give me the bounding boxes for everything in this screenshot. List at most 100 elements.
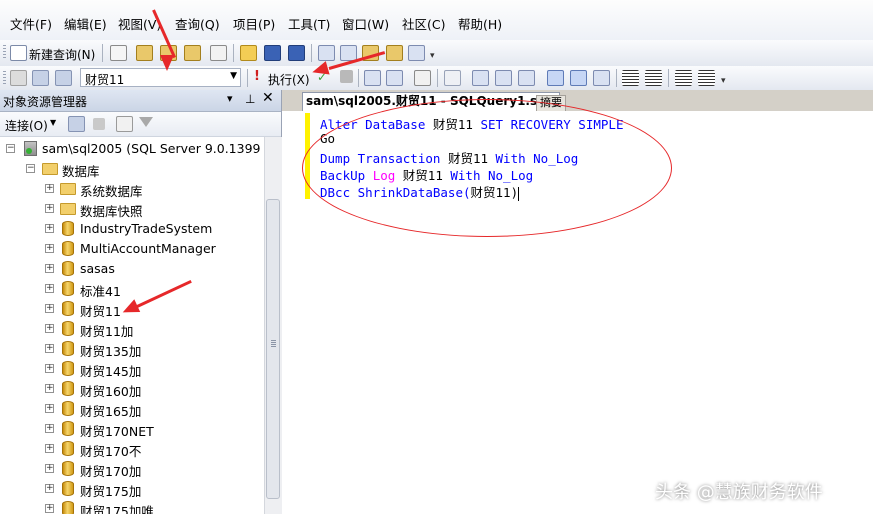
- tree-node-database[interactable]: + 财贸145加: [0, 359, 264, 379]
- tree-node-database[interactable]: + 财贸175加唯: [0, 499, 264, 514]
- tree-node-database[interactable]: + 标准41: [0, 279, 264, 299]
- tree-node-database[interactable]: + IndustryTradeSystem: [0, 219, 264, 239]
- summary-icon[interactable]: [408, 45, 425, 61]
- expand-icon[interactable]: +: [45, 184, 54, 193]
- connect-dropdown-button[interactable]: 连接(O): [5, 117, 48, 134]
- tree-node-database[interactable]: + 财贸135加: [0, 339, 264, 359]
- menu-help[interactable]: 帮助(H): [458, 14, 502, 33]
- toolbar-overflow-icon[interactable]: ▾: [430, 51, 435, 61]
- new-query-button[interactable]: 新建查询(N): [29, 46, 95, 63]
- tree-node-database[interactable]: + MultiAccountManager: [0, 239, 264, 259]
- collapse-icon[interactable]: −: [6, 144, 15, 153]
- expand-icon[interactable]: +: [45, 224, 54, 233]
- new-query-icon: [10, 45, 27, 61]
- xmla-query-icon[interactable]: [210, 45, 227, 61]
- expand-icon[interactable]: +: [45, 284, 54, 293]
- filter-icon[interactable]: [139, 117, 153, 127]
- collapse-icon[interactable]: −: [26, 164, 35, 173]
- expand-icon[interactable]: +: [45, 404, 54, 413]
- toolbar-grip[interactable]: [3, 71, 6, 86]
- tree-node-server[interactable]: − sam\sql2005 (SQL Server 9.0.1399 - Sa: [0, 139, 264, 159]
- refresh-icon[interactable]: [116, 116, 133, 132]
- connect-object-icon[interactable]: [68, 116, 85, 132]
- change-connection-icon[interactable]: [55, 70, 72, 86]
- object-explorer-titlebar: 对象资源管理器 ▾ ⊥ ✕: [0, 90, 281, 112]
- toolbar-overflow-icon[interactable]: ▾: [721, 76, 726, 86]
- results-to-text-icon[interactable]: [518, 70, 535, 86]
- display-actual-plan-icon[interactable]: [593, 70, 610, 86]
- menu-file[interactable]: 文件(F): [10, 14, 52, 33]
- expand-icon[interactable]: +: [45, 324, 54, 333]
- uncomment-icon[interactable]: [645, 70, 662, 86]
- database-engine-query-icon[interactable]: [136, 45, 153, 61]
- expand-icon[interactable]: +: [45, 264, 54, 273]
- expand-icon[interactable]: +: [45, 384, 54, 393]
- tree-node-databases[interactable]: − 数据库: [0, 159, 264, 179]
- disconnect-icon[interactable]: [32, 70, 49, 86]
- open-file-icon[interactable]: [240, 45, 257, 61]
- tree-scrollbar[interactable]: [264, 137, 282, 514]
- tree-node-database[interactable]: + 财贸165加: [0, 399, 264, 419]
- database-icon: [62, 281, 74, 296]
- client-stats-icon[interactable]: [495, 70, 512, 86]
- execute-button[interactable]: 执行(X): [268, 71, 310, 88]
- increase-indent-icon[interactable]: [698, 70, 715, 86]
- menu-tools[interactable]: 工具(T): [288, 14, 330, 33]
- save-icon[interactable]: [264, 45, 281, 61]
- mdx-query-icon[interactable]: [184, 45, 201, 61]
- tree-node-database[interactable]: + 财贸170加: [0, 459, 264, 479]
- tree-node-database-snapshots[interactable]: + 数据库快照: [0, 199, 264, 219]
- intellisense-icon[interactable]: [444, 70, 461, 86]
- expand-icon[interactable]: +: [45, 364, 54, 373]
- sql-editor[interactable]: Alter DataBase 财贸11 SET RECOVERY SIMPLE …: [282, 99, 873, 514]
- expand-icon[interactable]: +: [45, 204, 54, 213]
- new-file-icon[interactable]: [110, 45, 127, 61]
- expand-icon[interactable]: +: [45, 504, 54, 513]
- database-icon: [62, 301, 74, 316]
- tree-node-database[interactable]: + 财贸11加: [0, 319, 264, 339]
- close-icon[interactable]: ✕: [262, 90, 274, 106]
- tree-node-database[interactable]: + 财贸175加: [0, 479, 264, 499]
- properties-icon[interactable]: [386, 45, 403, 61]
- registered-servers-icon[interactable]: [318, 45, 335, 61]
- comment-out-icon[interactable]: [622, 70, 639, 86]
- menu-bar: 文件(F) 编辑(E) 视图(V) 查询(Q) 项目(P) 工具(T) 窗口(W…: [0, 0, 873, 41]
- expand-icon[interactable]: +: [45, 464, 54, 473]
- scrollbar-thumb[interactable]: [266, 199, 280, 499]
- menu-edit[interactable]: 编辑(E): [64, 14, 107, 33]
- menu-project[interactable]: 项目(P): [233, 14, 275, 33]
- menu-community[interactable]: 社区(C): [402, 14, 445, 33]
- results-to-grid-icon[interactable]: [547, 70, 564, 86]
- include-plan-icon[interactable]: [472, 70, 489, 86]
- expand-icon[interactable]: +: [45, 304, 54, 313]
- database-icon: [62, 481, 74, 496]
- expand-icon[interactable]: +: [45, 344, 54, 353]
- design-query-icon[interactable]: [414, 70, 431, 86]
- database-icon: [62, 441, 74, 456]
- expand-icon[interactable]: +: [45, 424, 54, 433]
- chevron-down-icon[interactable]: ▼: [50, 118, 56, 127]
- menu-window[interactable]: 窗口(W): [342, 14, 389, 33]
- tree-node-system-databases[interactable]: + 系统数据库: [0, 179, 264, 199]
- pin-dropdown-icon[interactable]: ▾: [227, 92, 233, 105]
- stop-icon[interactable]: [93, 118, 105, 130]
- expand-icon[interactable]: +: [45, 444, 54, 453]
- tree-node-database[interactable]: + 财贸170NET: [0, 419, 264, 439]
- display-plan-icon[interactable]: [364, 70, 381, 86]
- save-all-icon[interactable]: [288, 45, 305, 61]
- tree-node-database[interactable]: + 财贸170不: [0, 439, 264, 459]
- sql-editor-toolbar: 财贸11 ▼ ! 执行(X) ✓ ▾: [0, 66, 873, 91]
- expand-icon[interactable]: +: [45, 244, 54, 253]
- server-icon: [24, 141, 37, 156]
- toolbar-grip[interactable]: [3, 45, 6, 60]
- tree-node-database[interactable]: + 财贸160加: [0, 379, 264, 399]
- auto-hide-pin-icon[interactable]: ⊥: [245, 92, 255, 106]
- tree-node-database[interactable]: + sasas: [0, 259, 264, 279]
- menu-query[interactable]: 查询(Q): [175, 14, 220, 33]
- cancel-execute-icon[interactable]: [340, 70, 353, 83]
- connect-icon[interactable]: [10, 70, 27, 86]
- decrease-indent-icon[interactable]: [675, 70, 692, 86]
- query-options-icon[interactable]: [386, 70, 403, 86]
- results-to-file-icon[interactable]: [570, 70, 587, 86]
- expand-icon[interactable]: +: [45, 484, 54, 493]
